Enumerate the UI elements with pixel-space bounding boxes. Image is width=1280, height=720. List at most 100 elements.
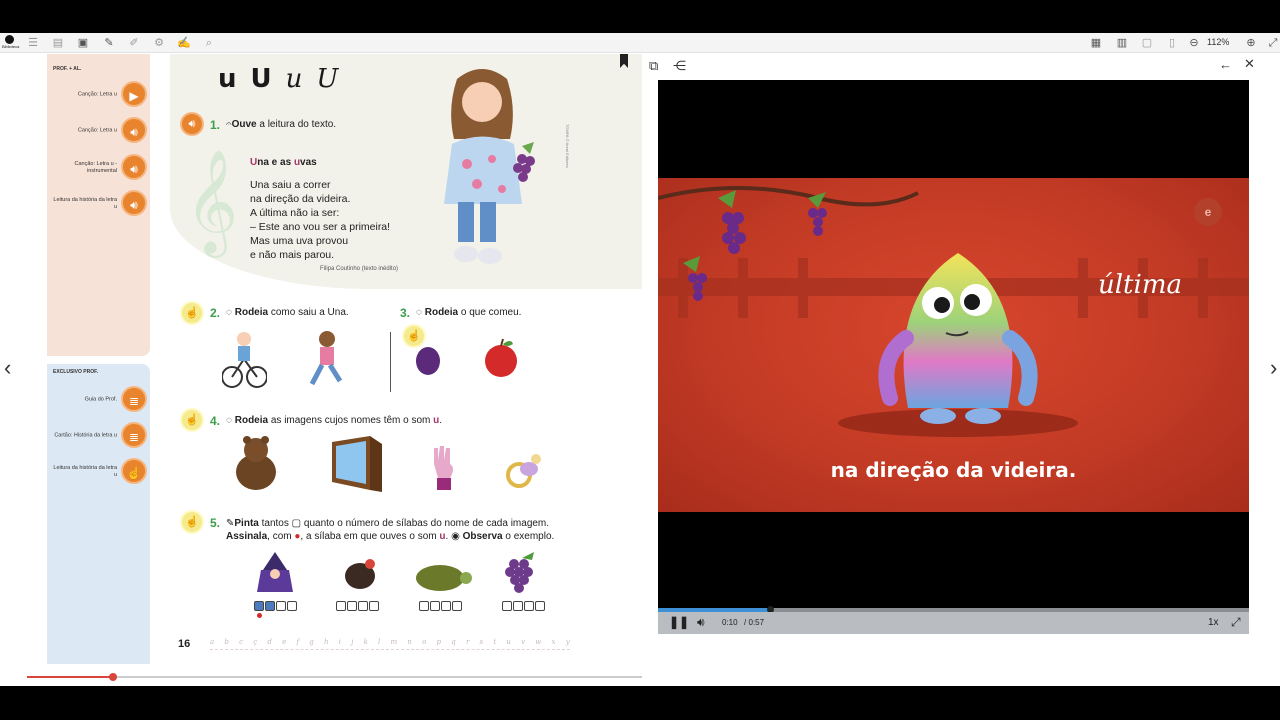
current-time: 0:10 xyxy=(722,618,738,627)
search-icon[interactable]: ⌕ xyxy=(202,36,216,50)
question-number: 1. xyxy=(210,118,221,132)
apple-image[interactable] xyxy=(483,338,519,378)
resource-item[interactable]: Cartão: História da letra u ≣ xyxy=(51,422,147,450)
speaker-icon[interactable]: 🔊︎ xyxy=(180,112,204,136)
speaker-icon[interactable]: 🔊︎ xyxy=(121,154,147,180)
settings-icon[interactable]: ⚙ xyxy=(152,36,166,50)
copy-icon[interactable]: ⧉ xyxy=(649,58,658,74)
share-icon[interactable]: ⋲ xyxy=(673,58,686,74)
turkey-image[interactable] xyxy=(340,552,380,594)
list-icon[interactable]: ☰ xyxy=(26,36,40,50)
pen-icon[interactable]: ✐ xyxy=(127,36,141,50)
red-dot-marker xyxy=(257,613,262,618)
speaker-icon[interactable]: 🔊︎ xyxy=(121,190,147,216)
blank-page-icon[interactable]: ▯ xyxy=(1165,36,1179,50)
question-3-text: ◌ Rodeia o que comeu. xyxy=(416,307,522,318)
edit-icon[interactable]: ✍ xyxy=(177,36,191,50)
question-4-text: ◌ Rodeia as imagens cujos nomes têm o so… xyxy=(226,415,443,426)
touch-icon[interactable]: ☝ xyxy=(180,408,204,432)
window-image[interactable] xyxy=(330,434,384,494)
syllable-boxes[interactable] xyxy=(419,601,462,611)
document-icon[interactable]: ▦ xyxy=(1089,36,1103,50)
poem-author: Filipa Coutinho (texto inédito) xyxy=(320,266,399,272)
single-page-icon[interactable]: ▢ xyxy=(1140,36,1154,50)
syllable-boxes[interactable] xyxy=(502,601,545,611)
running-girl-image[interactable] xyxy=(302,329,347,391)
prof-resources-panel: PROF. + AL. Canção: Letra u ▶ Canção: Le… xyxy=(47,54,150,356)
question-number: 5. xyxy=(210,516,221,530)
pause-icon[interactable]: ❚❚ xyxy=(669,615,689,629)
fullscreen-icon[interactable]: ⤢ xyxy=(1266,36,1280,50)
next-page-arrow-icon[interactable]: › xyxy=(1270,356,1277,380)
resource-item[interactable]: Canção: Letra u - instrumental 🔊︎ xyxy=(51,154,147,182)
bear-image[interactable] xyxy=(228,434,284,492)
resource-item[interactable]: Guia do Prof. ≣ xyxy=(51,386,147,414)
dual-page-icon[interactable]: ▥ xyxy=(1115,36,1129,50)
previous-page-arrow-icon[interactable]: ‹ xyxy=(4,356,11,380)
document-icon[interactable]: ≣ xyxy=(121,386,147,412)
highlighter-icon[interactable]: ✎ xyxy=(102,36,116,50)
turtle-image[interactable] xyxy=(408,558,474,594)
question-5-text: ✎Pinta tantos ▢ quanto o número de sílab… xyxy=(226,518,555,542)
video-player[interactable]: última e na direção da videira. ❚❚ 🔊︎ 0:… xyxy=(658,80,1249,634)
zoom-in-icon[interactable]: ⊕ xyxy=(1244,36,1258,50)
oki-character-image xyxy=(878,253,1038,424)
divider xyxy=(390,332,391,392)
video-word: última xyxy=(1098,270,1182,300)
touch-icon[interactable]: ☝ xyxy=(180,510,204,534)
question-number: 3. xyxy=(400,306,411,320)
witch-image[interactable] xyxy=(253,552,297,594)
duration: / 0:57 xyxy=(744,618,765,627)
back-arrow-icon[interactable]: ← xyxy=(1219,57,1232,72)
teacher-resources-panel: EXCLUSIVO PROF. Guia do Prof. ≣ Cartão: … xyxy=(47,364,150,664)
image-credit: TOMPA © Areal Editores xyxy=(565,124,570,168)
video-controls: ❚❚ 🔊︎ 0:10 / 0:57 1x ⤢ xyxy=(658,612,1249,634)
resources-icon[interactable]: ▣ xyxy=(76,36,90,50)
close-icon[interactable]: ✕ xyxy=(1244,56,1255,72)
eye-icon: ◉ xyxy=(451,531,463,542)
book-page: PROF. + AL. Canção: Letra u ▶ Canção: Le… xyxy=(47,54,642,664)
pacifier-image[interactable] xyxy=(505,449,545,491)
zoom-out-icon[interactable]: ⊖ xyxy=(1187,36,1201,50)
circle-icon: ◌ xyxy=(226,307,235,318)
page-progress-handle[interactable] xyxy=(109,673,118,681)
syllable-boxes[interactable] xyxy=(254,601,297,611)
playback-speed[interactable]: 1x xyxy=(1208,617,1219,628)
resource-item[interactable]: Canção: Letra u 🔊︎ xyxy=(51,117,147,145)
resource-item[interactable]: Canção: Letra u ▶ xyxy=(51,81,147,109)
app-window: Biblioteca ☰ ▤ ▣ ✎ ✐ ⚙ ✍ ⌕ ▦ ▥ ▢ ▯ ⊖ 112… xyxy=(0,33,1280,686)
letter-forms: uUuU xyxy=(218,64,353,94)
ev-logo: e xyxy=(1194,198,1222,226)
touch-icon[interactable]: ☝ xyxy=(180,301,204,325)
circle-icon: ◌ xyxy=(416,307,425,318)
circle-icon: ◌ xyxy=(226,415,235,426)
video-caption: na direção da videira. xyxy=(830,458,1077,482)
grapes-image[interactable] xyxy=(500,550,540,594)
poem-text: Una saiu a correr na direção da videira.… xyxy=(250,179,391,261)
touch-icon[interactable]: ☝ xyxy=(121,458,147,484)
speaker-icon[interactable]: 🔊︎ xyxy=(121,117,147,143)
volume-icon[interactable]: 🔊︎ xyxy=(697,615,705,630)
bicycle-image[interactable] xyxy=(222,329,267,391)
alphabet-strip: a b c ç d e f g h i j k l m n o p q r s … xyxy=(210,638,570,650)
video-frame: última e na direção da videira. xyxy=(658,178,1249,512)
plum-image[interactable] xyxy=(413,344,443,376)
syllable-boxes[interactable] xyxy=(336,601,379,611)
logo[interactable]: Biblioteca xyxy=(2,35,19,49)
treble-clef-icon: 𝄞 xyxy=(185,149,239,254)
page-progress-bar[interactable] xyxy=(27,673,642,681)
panel-title: EXCLUSIVO PROF. xyxy=(53,369,99,375)
square-icon: ▢ xyxy=(291,518,302,529)
question-1-text: 𝄐Ouve a leitura do texto. xyxy=(226,119,337,130)
top-toolbar: Biblioteca ☰ ▤ ▣ ✎ ✐ ⚙ ✍ ⌕ ▦ ▥ ▢ ▯ ⊖ 112… xyxy=(0,33,1280,53)
glove-image[interactable] xyxy=(428,444,458,492)
resource-item[interactable]: Leitura da história da letra u 🔊︎ xyxy=(51,190,147,218)
play-icon[interactable]: ▶ xyxy=(121,81,147,107)
resource-item[interactable]: Leitura da história da letra u ☝ xyxy=(51,458,147,486)
document-icon[interactable]: ≣ xyxy=(121,422,147,448)
question-number: 4. xyxy=(210,414,221,428)
fullscreen-icon[interactable]: ⤢ xyxy=(1231,615,1241,630)
pages-icon[interactable]: ▤ xyxy=(51,36,65,50)
zoom-level: 112% xyxy=(1207,37,1230,47)
poem-title: Una e as uvas xyxy=(250,157,317,168)
